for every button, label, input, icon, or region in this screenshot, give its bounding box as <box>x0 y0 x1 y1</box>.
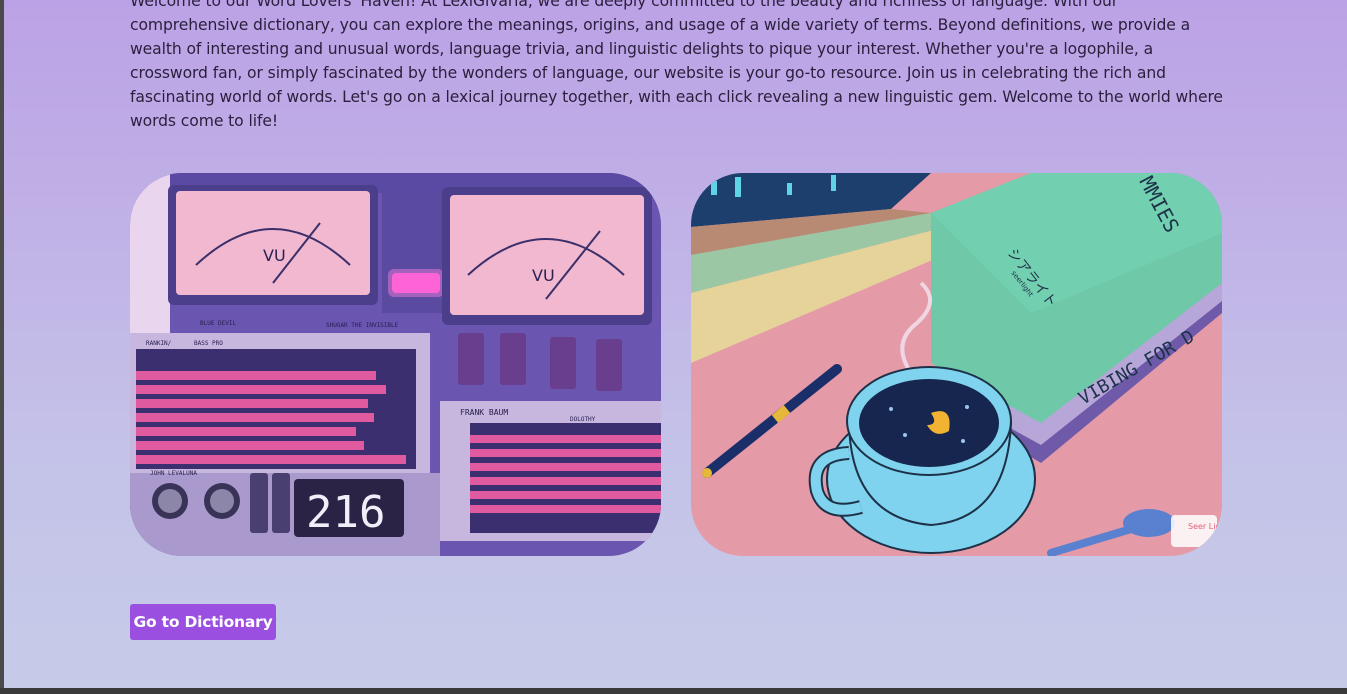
bass-label: BASS PRO <box>194 340 223 347</box>
bottom-bar <box>0 688 1347 694</box>
john-label: JOHN LEVALUNA <box>150 470 197 477</box>
counter-display: 216 <box>306 487 385 538</box>
page: Welcome to our Word Lovers' Haven! At Le… <box>4 0 1347 688</box>
shugar-label: SHUGAR THE INVISIBLE <box>326 322 399 329</box>
blue-devil-label: BLUE DEVIL <box>200 320 237 327</box>
rankin-label: RANKIN/ <box>146 340 172 347</box>
frank-baum-label: FRANK BAUM <box>460 408 508 417</box>
go-to-dictionary-button[interactable]: Go to Dictionary <box>130 604 276 640</box>
retro-audio-image: VU VU BLUE DEVIL SHUGAR THE INVISIBLE RA… <box>130 173 661 556</box>
vu-left-label: VU <box>263 246 286 265</box>
coffee-books-illustration: VIBING FOR D MMIES シアライト seerlight Seer … <box>691 173 1222 556</box>
intro-paragraph: Welcome to our Word Lovers' Haven! At Le… <box>130 0 1223 130</box>
coffee-books-image: VIBING FOR D MMIES シアライト seerlight Seer … <box>691 173 1222 556</box>
retro-audio-illustration: VU VU BLUE DEVIL SHUGAR THE INVISIBLE RA… <box>130 173 661 556</box>
vu-right-label: VU <box>532 266 555 285</box>
dolothy-label: DOLOTHY <box>570 416 596 423</box>
watermark-text: Seer Ligh <box>1188 522 1222 531</box>
